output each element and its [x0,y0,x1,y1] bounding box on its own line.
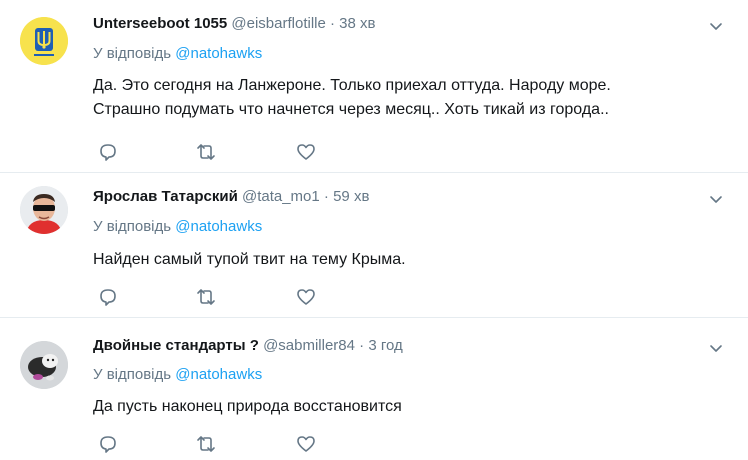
timestamp[interactable]: 59 хв [333,188,369,205]
tweet-menu-button[interactable] [708,18,724,34]
like-button[interactable] [295,433,317,455]
reply-icon [100,289,116,306]
chevron-down-icon [710,196,722,203]
tweet-text-line: Найден самый тупой твит на тему Крыма. [93,251,406,268]
reply-context: У відповідь @natohawks [93,365,262,385]
separator-dot: · [323,188,329,205]
reply-button[interactable] [97,286,119,308]
tweet-menu-button[interactable] [708,191,724,207]
tweet-menu-button[interactable] [708,340,724,356]
tweet-text-line: Да пусть наконец природа восстановится [93,398,402,415]
like-icon [297,144,315,160]
reply-context: У відповідь @natohawks [93,217,262,237]
like-icon [297,289,315,305]
tweet-text: Да пусть наконец природа восстановится [93,395,703,419]
reply-mention-link[interactable]: @natohawks [175,366,262,383]
avatar[interactable] [20,186,68,234]
tweet[interactable]: Unterseeboot 1055 @eisbarflotille · 38 х… [0,0,748,173]
reply-mention-link[interactable]: @natohawks [175,218,262,235]
retweet-button[interactable] [195,141,217,163]
tweet-actions [93,433,333,455]
reply-icon [100,436,116,453]
avatar[interactable] [20,341,68,389]
avatar[interactable] [20,17,68,65]
reply-thread: Unterseeboot 1055 @eisbarflotille · 38 х… [0,0,748,460]
reply-button[interactable] [97,433,119,455]
reply-prefix: У відповідь [93,45,172,62]
like-button[interactable] [295,141,317,163]
reply-icon [100,144,116,161]
tweet-header: Ярослав Татарский @tata_mo1 · 59 хв [93,187,369,207]
retweet-icon [197,289,215,305]
tweet-text-line: Да. Это сегодня на Ланжероне. Только при… [93,77,611,94]
chevron-down-icon [710,23,722,30]
profile-photo-icon [20,341,68,389]
reply-prefix: У відповідь [93,366,172,383]
timestamp[interactable]: 3 год [368,337,402,354]
chevron-down-icon [710,345,722,352]
separator-dot: · [359,337,365,354]
like-button[interactable] [295,286,317,308]
tweet-text: Да. Это сегодня на Ланжероне. Только при… [93,74,703,122]
user-handle[interactable]: @sabmiller84 [263,337,355,354]
tweet-header: Unterseeboot 1055 @eisbarflotille · 38 х… [93,14,376,34]
display-name[interactable]: Ярослав Татарский [93,188,238,205]
separator-dot: · [330,15,335,32]
like-icon [297,436,315,452]
tweet-header: Двойные стандарты ? @sabmiller84 · 3 год [93,336,403,356]
tweet-actions [93,286,333,308]
tweet[interactable]: Двойные стандарты ? @sabmiller84 · 3 год… [0,318,748,460]
reply-context: У відповідь @natohawks [93,44,262,64]
tweet-text: Найден самый тупой твит на тему Крыма. [93,248,703,272]
reply-button[interactable] [97,141,119,163]
retweet-button[interactable] [195,286,217,308]
retweet-button[interactable] [195,433,217,455]
profile-photo-icon [20,186,68,234]
timestamp[interactable]: 38 хв [339,15,375,32]
reply-mention-link[interactable]: @natohawks [175,45,262,62]
trident-logo-icon [20,17,68,65]
tweet[interactable]: Ярослав Татарский @tata_mo1 · 59 хв У ві… [0,173,748,318]
display-name[interactable]: Unterseeboot 1055 [93,15,227,32]
reply-prefix: У відповідь [93,218,172,235]
retweet-icon [197,436,215,452]
display-name[interactable]: Двойные стандарты ? [93,337,259,354]
tweet-text-line: Страшно подумать что начнется через меся… [93,101,609,118]
tweet-actions [93,141,333,163]
user-handle[interactable]: @eisbarflotille [231,15,325,32]
user-handle[interactable]: @tata_mo1 [242,188,320,205]
retweet-icon [197,144,215,160]
